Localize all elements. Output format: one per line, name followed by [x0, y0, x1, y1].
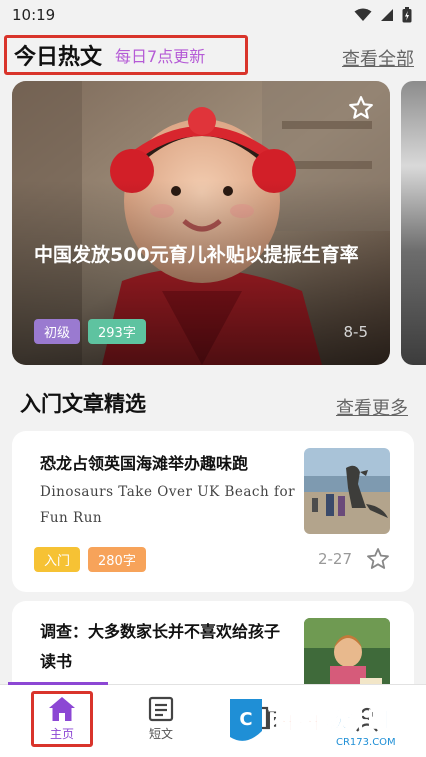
- watermark-brand: 西西: [268, 706, 320, 736]
- tab-articles[interactable]: 短文: [130, 691, 192, 747]
- featured-article-tags: 初级 293字: [34, 319, 146, 344]
- signal-icon: [381, 9, 393, 21]
- view-all-link[interactable]: 查看全部: [342, 45, 414, 71]
- site-watermark-logo: C 西西 软件园 CR173.COM: [230, 699, 396, 748]
- article-thumbnail: [304, 448, 390, 534]
- article-date: 2-27: [317, 550, 352, 568]
- hot-title-highlight: 今日热文 每日7点更新: [4, 35, 248, 75]
- word-count-badge: 293字: [88, 319, 146, 344]
- article-card[interactable]: 恐龙占领英国海滩举办趣味跑 Dinosaurs Take Over UK Bea…: [12, 431, 414, 592]
- featured-article-card[interactable]: 中国发放500元育儿补贴以提振生育率 初级 293字 8-5: [12, 81, 390, 365]
- level-badge: 入门: [34, 547, 81, 572]
- next-carousel-card[interactable]: [401, 81, 426, 365]
- home-icon: [49, 697, 75, 721]
- article-tags: 入门 280字: [34, 547, 146, 572]
- favorite-star-icon[interactable]: [366, 547, 390, 571]
- hot-section-subtitle: 每日7点更新: [115, 47, 206, 66]
- hot-section-title: 今日热文: [14, 45, 103, 70]
- tab-home[interactable]: 主页: [31, 691, 93, 747]
- favorite-star-icon[interactable]: [348, 95, 374, 121]
- hot-carousel[interactable]: 中国发放500元育儿补贴以提振生育率 初级 293字 8-5: [0, 81, 426, 367]
- tab-label: 主页: [49, 727, 74, 741]
- watermark-url: CR173.COM: [336, 737, 396, 748]
- battery-icon: [402, 7, 412, 23]
- status-icons: [354, 7, 412, 23]
- featured-article-title: 中国发放500元育儿补贴以提振生育率: [34, 244, 359, 266]
- intro-section-title: 入门文章精选: [20, 392, 146, 416]
- view-more-link[interactable]: 查看更多: [336, 394, 408, 420]
- status-bar: 10:19: [0, 0, 426, 30]
- watermark-name: 软件园: [326, 708, 389, 732]
- article-icon: [148, 696, 174, 722]
- article-title: 恐龙占领英国海滩举办趣味跑: [40, 454, 249, 473]
- article-title: 调查：大多数家长并不喜欢给孩子读书: [40, 622, 281, 671]
- article-english-title: Dinosaurs Take Over UK Beach for Fun Run: [40, 484, 296, 526]
- intro-section-header: 入门文章精选 查看更多: [0, 386, 426, 422]
- word-count-badge: 280字: [88, 547, 146, 572]
- tab-active-indicator: [8, 682, 108, 685]
- hot-section-header: 今日热文 每日7点更新 查看全部: [0, 34, 426, 76]
- svg-text:C: C: [239, 709, 252, 730]
- level-badge: 初级: [34, 319, 81, 344]
- status-time: 10:19: [12, 6, 56, 24]
- featured-article-date: 8-5: [343, 323, 369, 341]
- tab-label: 短文: [148, 727, 173, 741]
- wifi-icon: [354, 8, 372, 21]
